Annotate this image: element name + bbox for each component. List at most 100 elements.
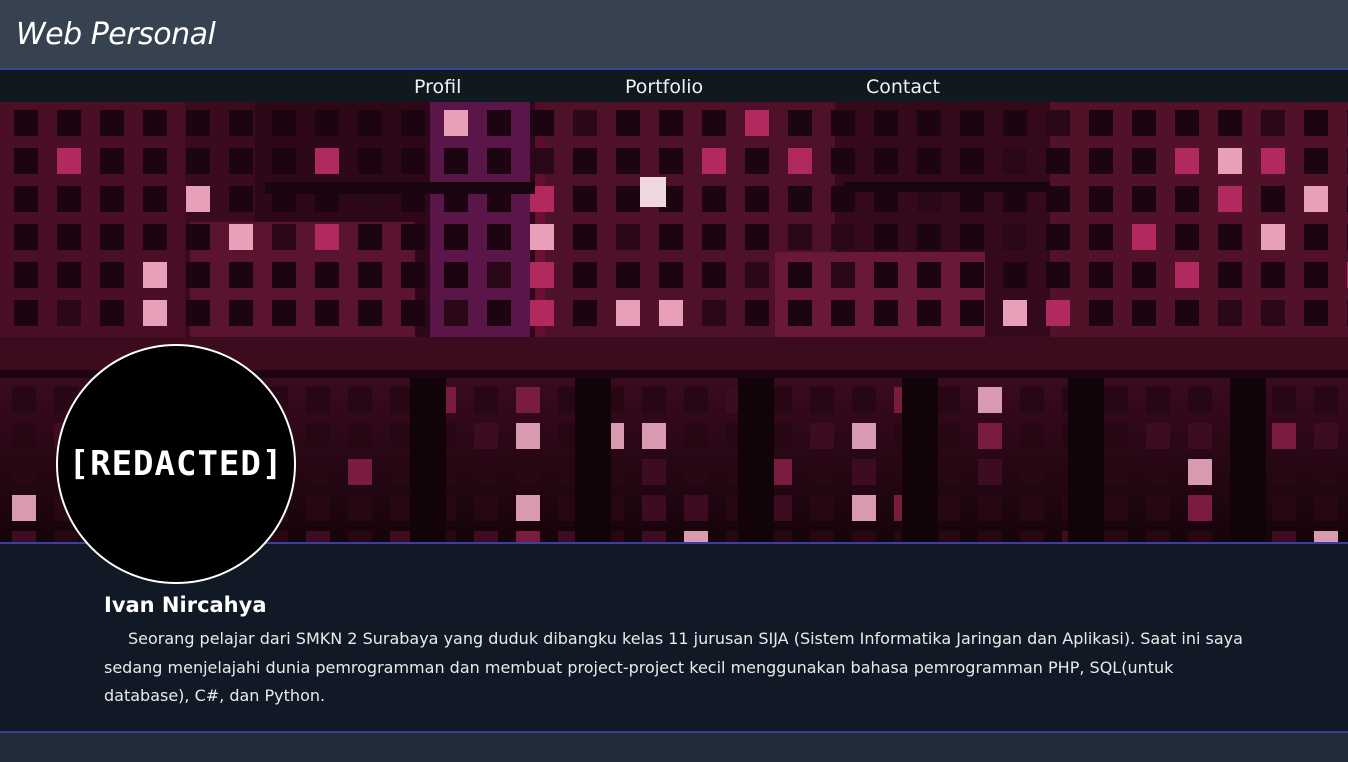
- building-window: [57, 110, 81, 136]
- building-window: [960, 300, 984, 326]
- building-window: [1104, 459, 1128, 485]
- building-window: [1104, 531, 1128, 542]
- building-window: [487, 262, 511, 288]
- building-window: [936, 387, 960, 413]
- nav-item-profil[interactable]: Profil: [414, 76, 461, 98]
- building-window: [831, 262, 855, 288]
- profile-name: Ivan Nircahya: [104, 593, 267, 617]
- building-window: [315, 148, 339, 174]
- building-window: [1089, 186, 1113, 212]
- building-window: [14, 148, 38, 174]
- building-window: [978, 459, 1002, 485]
- building-window: [1175, 186, 1199, 212]
- building-window: [659, 148, 683, 174]
- building-window: [1218, 300, 1242, 326]
- building-window: [530, 224, 554, 250]
- building-window: [401, 110, 425, 136]
- building-window: [272, 262, 296, 288]
- building-window: [874, 262, 898, 288]
- building-window: [573, 224, 597, 250]
- building-window: [960, 224, 984, 250]
- building-window: [642, 531, 666, 542]
- building-window: [12, 495, 36, 521]
- building-window: [186, 110, 210, 136]
- building-window: [100, 224, 124, 250]
- building-window: [684, 423, 708, 449]
- building-window: [810, 387, 834, 413]
- building-window: [54, 531, 78, 542]
- building-window: [1046, 262, 1070, 288]
- building-window: [1261, 300, 1285, 326]
- overpass-pillar: [902, 378, 938, 542]
- building-window: [960, 110, 984, 136]
- building-window: [516, 423, 540, 449]
- building-window: [852, 459, 876, 485]
- building-window: [616, 262, 640, 288]
- building-window: [1020, 423, 1044, 449]
- building-window: [642, 387, 666, 413]
- building-window: [917, 224, 941, 250]
- building-window: [229, 110, 253, 136]
- building-window: [1188, 459, 1212, 485]
- nav-item-portfolio[interactable]: Portfolio: [625, 76, 703, 98]
- building-window: [186, 300, 210, 326]
- building-window: [1003, 148, 1027, 174]
- avatar: [REDACTED]: [56, 344, 296, 584]
- building-window: [702, 148, 726, 174]
- building-window: [444, 300, 468, 326]
- building-window: [57, 300, 81, 326]
- building-window: [315, 224, 339, 250]
- building-window: [348, 459, 372, 485]
- building-window: [14, 262, 38, 288]
- building-window: [143, 148, 167, 174]
- building-window: [1132, 300, 1156, 326]
- building-window: [936, 495, 960, 521]
- building-window: [12, 531, 36, 542]
- building-window: [960, 262, 984, 288]
- building-window: [100, 110, 124, 136]
- building-window: [852, 423, 876, 449]
- building-window: [978, 387, 1002, 413]
- building-window: [1188, 531, 1212, 542]
- building-window: [1272, 531, 1296, 542]
- building-window: [874, 148, 898, 174]
- building-window: [1089, 148, 1113, 174]
- building-window: [659, 224, 683, 250]
- building-window: [1175, 262, 1199, 288]
- building-window: [315, 110, 339, 136]
- building-window: [702, 224, 726, 250]
- building-window: [487, 300, 511, 326]
- building-window: [1046, 148, 1070, 174]
- building-window: [852, 495, 876, 521]
- nav-item-contact[interactable]: Contact: [866, 76, 940, 98]
- building-window: [1218, 262, 1242, 288]
- avatar-text: [REDACTED]: [68, 444, 284, 484]
- building-window: [1132, 186, 1156, 212]
- building-window: [1146, 423, 1170, 449]
- building-window: [1314, 495, 1338, 521]
- building-window: [57, 224, 81, 250]
- building-window: [831, 224, 855, 250]
- building-window: [936, 423, 960, 449]
- building-window: [1314, 459, 1338, 485]
- building-window: [1304, 224, 1328, 250]
- building-window: [272, 148, 296, 174]
- overpass-pillar: [410, 378, 446, 542]
- building-window: [642, 495, 666, 521]
- building-window: [1003, 262, 1027, 288]
- overpass-pillar: [738, 378, 774, 542]
- building-window: [143, 300, 167, 326]
- building-window: [229, 224, 253, 250]
- building-window: [1003, 110, 1027, 136]
- building-window: [1272, 423, 1296, 449]
- building-window: [831, 110, 855, 136]
- building-window: [1272, 387, 1296, 413]
- building-window: [1104, 423, 1128, 449]
- building-window: [57, 148, 81, 174]
- building-window: [745, 110, 769, 136]
- walkway: [265, 182, 535, 194]
- building-window: [348, 531, 372, 542]
- overpass-pillar: [1068, 378, 1104, 542]
- building-window: [474, 459, 498, 485]
- building-window: [1132, 262, 1156, 288]
